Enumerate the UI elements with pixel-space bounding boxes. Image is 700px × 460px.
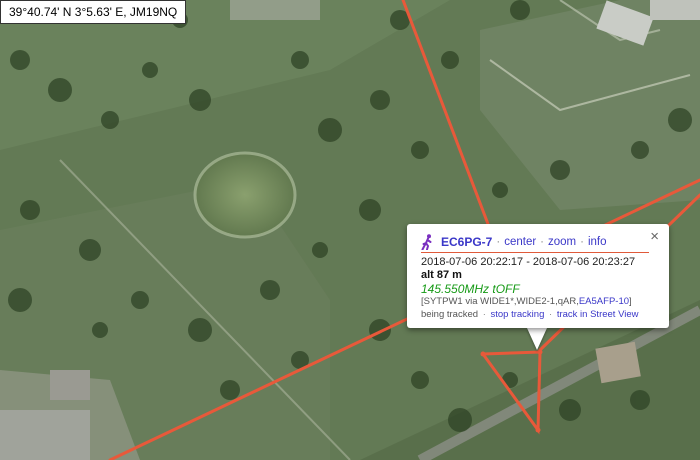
packet-path: [SYTPW1 via WIDE1*,WIDE2-1,qAR,EA5AFP-10… [421,296,632,307]
popup-tail [527,328,547,350]
street-view-link[interactable]: track in Street View [557,309,639,320]
station-info-popup: × EC6PG-7 · center · zoom · info 2018-07… [407,224,669,328]
walker-icon [421,234,432,250]
separator: · [496,236,501,248]
igate-link[interactable]: EA5AFP-10 [579,296,629,307]
path-suffix: ] [629,296,632,307]
separator: · [549,309,553,320]
satellite-map[interactable]: 39°40.74' N 3°5.63' E, JM19NQ × EC6PG-7 … [0,0,700,460]
zoom-link[interactable]: zoom [548,236,576,248]
time-range: 2018-07-06 20:22:17 - 2018-07-06 20:23:2… [421,256,636,268]
station-callsign[interactable]: EC6PG-7 [441,235,492,249]
popup-header: EC6PG-7 · center · zoom · info [421,233,607,251]
close-icon[interactable]: × [650,229,659,245]
info-link[interactable]: info [588,236,607,248]
separator: · [580,236,584,248]
stop-tracking-link[interactable]: stop tracking [491,309,545,320]
frequency: 145.550MHz tOFF [421,282,520,296]
divider [421,252,649,253]
altitude: alt 87 m [421,269,462,281]
center-link[interactable]: center [504,236,536,248]
separator: · [482,309,486,320]
separator: · [540,236,545,248]
tracking-status: being tracked [421,309,479,320]
tracking-row: being tracked · stop tracking · track in… [421,309,639,320]
coordinates-readout: 39°40.74' N 3°5.63' E, JM19NQ [0,0,187,24]
path-prefix: [SYTPW1 via WIDE1*,WIDE2-1,qAR, [421,296,579,307]
